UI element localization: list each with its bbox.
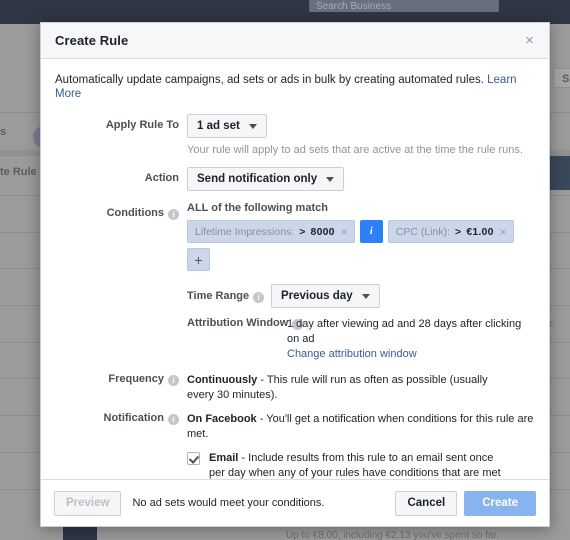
email-strong: Email xyxy=(209,452,239,464)
condition-info-badge-icon[interactable]: i xyxy=(359,220,383,243)
attribution-window-row: Attribution Window i 1 day after viewing … xyxy=(187,317,535,362)
notification-facebook-description: On Facebook - You'll get a notification … xyxy=(187,412,535,442)
conditions-label: Conditions i xyxy=(55,202,187,362)
action-dropdown[interactable]: Send notification only xyxy=(187,167,345,191)
frequency-description: Continuously - This rule will run as oft… xyxy=(187,373,492,403)
info-icon[interactable]: i xyxy=(168,375,179,386)
frequency-row: Frequency i Continuously - This rule will… xyxy=(55,373,535,403)
chevron-down-icon xyxy=(361,293,370,299)
cancel-button[interactable]: Cancel xyxy=(395,490,458,516)
condition-value: €1.00 xyxy=(466,225,494,238)
dialog-header: Create Rule × xyxy=(41,23,549,59)
conditions-label-text: Conditions xyxy=(106,207,164,219)
intro-sentence: Automatically update campaigns, ad sets … xyxy=(55,74,484,86)
remove-condition-icon[interactable]: × xyxy=(500,225,507,239)
change-attribution-window-link[interactable]: Change attribution window xyxy=(287,347,535,362)
action-label: Action xyxy=(144,172,179,184)
email-description: Email - Include results from this rule t… xyxy=(209,451,509,479)
time-range-label: Time Range i xyxy=(187,290,271,303)
create-button[interactable]: Create xyxy=(464,490,536,516)
chevron-down-icon xyxy=(326,176,335,182)
apply-rule-to-value: 1 ad set xyxy=(197,120,240,132)
time-range-value: Previous day xyxy=(281,290,353,302)
apply-rule-to-dropdown[interactable]: 1 ad set xyxy=(187,114,267,138)
time-range-dropdown[interactable]: Previous day xyxy=(271,284,380,308)
info-icon[interactable]: i xyxy=(168,209,179,220)
frequency-label: Frequency i xyxy=(55,373,187,403)
background-search-input[interactable]: Search Business xyxy=(309,0,499,12)
create-rule-dialog: Create Rule × Automatically update campa… xyxy=(40,22,550,527)
background-fragment-3: S xyxy=(562,73,570,85)
dialog-title: Create Rule xyxy=(55,33,129,48)
attribution-window-label: Attribution Window i xyxy=(187,317,304,362)
condition-name: Lifetime Impressions: xyxy=(195,225,295,238)
attribution-window-label-text: Attribution Window xyxy=(187,317,289,329)
add-condition-button[interactable]: + xyxy=(187,248,210,271)
notification-label-text: Notification xyxy=(103,412,165,424)
time-range-row: Time Range i Previous day xyxy=(187,284,535,308)
preview-button[interactable]: Preview xyxy=(54,490,122,516)
footer-actions: Cancel Create xyxy=(395,490,536,516)
background-fragment-bottom: Up to €8.00, including €2.13 you've spen… xyxy=(286,530,500,540)
chevron-down-icon xyxy=(248,123,257,129)
condition-operator: > xyxy=(455,225,462,238)
frequency-label-text: Frequency xyxy=(108,373,164,385)
apply-rule-to-label: Apply Rule To xyxy=(105,119,179,131)
notification-row: Notification i On Facebook - You'll get a… xyxy=(55,412,535,479)
condition-operator: > xyxy=(299,225,306,238)
info-icon[interactable]: i xyxy=(253,291,265,303)
notification-body: On Facebook - You'll get a notification … xyxy=(187,412,535,479)
conditions-row: Conditions i ALL of the following match L… xyxy=(55,202,535,362)
email-text: - Include results from this rule to an e… xyxy=(209,452,501,479)
email-notification-row: Email - Include results from this rule t… xyxy=(187,451,535,479)
dialog-body: Automatically update campaigns, ad sets … xyxy=(41,59,549,479)
condition-value: 8000 xyxy=(310,225,335,238)
condition-tag[interactable]: Lifetime Impressions: > 8000 × xyxy=(187,220,355,243)
action-value: Send notification only xyxy=(197,173,318,185)
conditions-match-text: ALL of the following match xyxy=(187,202,328,214)
condition-name: CPC (Link): xyxy=(395,225,450,238)
attribution-window-value: 1 day after viewing ad and 28 days after… xyxy=(287,318,522,345)
email-checkbox[interactable] xyxy=(187,452,200,465)
conditions-tag-list: Lifetime Impressions: > 8000 × i CPC (Li… xyxy=(187,220,535,271)
info-icon[interactable]: i xyxy=(168,414,179,425)
action-row: Action Send notification only xyxy=(55,167,535,191)
apply-rule-to-row: Apply Rule To 1 ad set Your rule will ap… xyxy=(55,114,535,156)
dialog-footer: Preview No ad sets would meet your condi… xyxy=(41,479,549,526)
intro-text: Automatically update campaigns, ad sets … xyxy=(55,73,535,101)
time-range-label-text: Time Range xyxy=(187,289,250,302)
close-icon[interactable]: × xyxy=(522,31,537,50)
background-fragment-1: s xyxy=(0,126,7,138)
background-fragment-2: te Rule xyxy=(0,166,37,178)
footer-message: No ad sets would meet your conditions. xyxy=(132,497,325,509)
frequency-strong: Continuously xyxy=(187,374,258,386)
notification-label: Notification i xyxy=(55,412,187,479)
attribution-window-body: 1 day after viewing ad and 28 days after… xyxy=(287,317,535,362)
apply-rule-to-hint: Your rule will apply to ad sets that are… xyxy=(187,144,523,156)
remove-condition-icon[interactable]: × xyxy=(341,225,348,239)
notification-strong: On Facebook xyxy=(187,413,257,425)
condition-tag[interactable]: CPC (Link): > €1.00 × xyxy=(387,220,514,243)
